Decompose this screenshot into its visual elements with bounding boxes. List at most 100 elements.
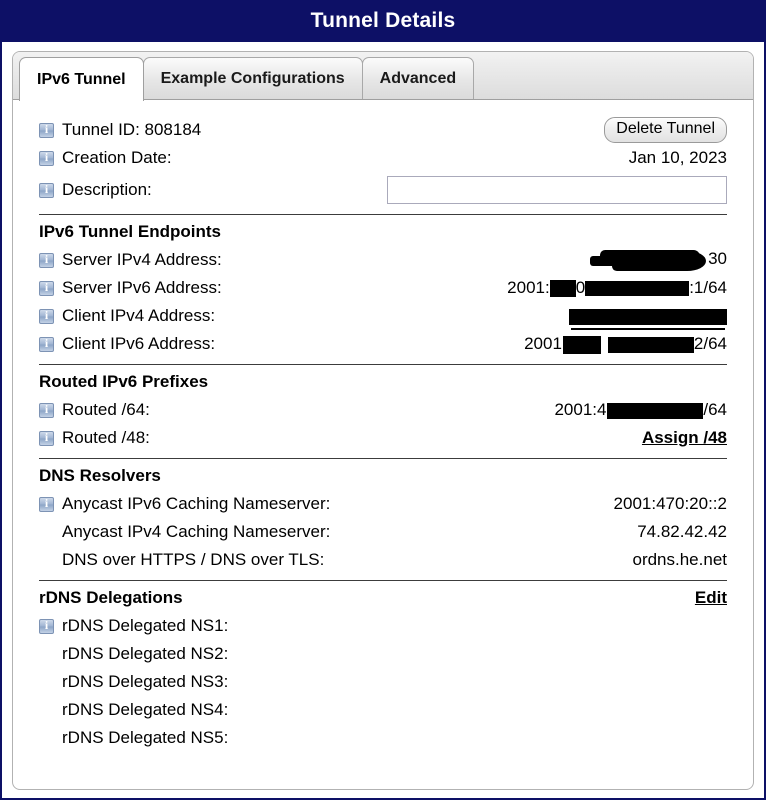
- divider: [39, 214, 727, 215]
- page-title: Tunnel Details: [310, 9, 456, 32]
- rdns-ns2-label: rDNS Delegated NS2:: [62, 644, 229, 663]
- row-server-ipv4: Server IPv4 Address: 30: [39, 246, 727, 274]
- rdns-heading-label: rDNS Delegations: [39, 588, 183, 607]
- creation-date-value: Jan 10, 2023: [628, 148, 727, 167]
- delete-tunnel-cell: Delete Tunnel: [604, 117, 727, 143]
- anycast-ipv6-ns-label: Anycast IPv6 Caching Nameserver:: [62, 494, 331, 513]
- section-heading-dns: DNS Resolvers: [39, 466, 161, 485]
- divider: [39, 580, 727, 581]
- tab-ipv6-tunnel[interactable]: IPv6 Tunnel: [19, 57, 144, 101]
- description-label: Description:: [62, 180, 152, 199]
- section-heading-rdns: rDNS Delegations Edit: [39, 585, 727, 612]
- row-rdns-ns1: rDNS Delegated NS1:: [39, 612, 727, 640]
- row-rdns-ns5: rDNS Delegated NS5:: [39, 724, 727, 752]
- server-ipv4-value: 30: [590, 249, 727, 271]
- anycast-ipv4-ns-value: 74.82.42.42: [637, 522, 727, 541]
- tunnel-details-window: Tunnel Details IPv6 Tunnel Example Confi…: [0, 0, 766, 800]
- row-rdns-ns4: rDNS Delegated NS4:: [39, 696, 727, 724]
- redaction-mark: [590, 249, 708, 271]
- routed-48-value: Assign /48: [642, 428, 727, 448]
- info-icon[interactable]: [39, 496, 54, 512]
- routed-64-visible-suffix: /64: [703, 400, 727, 419]
- anycast-ipv6-ns-value: 2001:470:20::2: [613, 494, 727, 513]
- delete-tunnel-button[interactable]: Delete Tunnel: [604, 117, 727, 143]
- row-routed-64: Routed /64: 2001:470/64: [39, 396, 727, 424]
- rdns-ns4-label: rDNS Delegated NS4:: [62, 700, 229, 719]
- row-description: Description:: [39, 172, 727, 208]
- description-cell: [387, 176, 727, 204]
- info-icon-placeholder: [39, 647, 54, 662]
- info-icon[interactable]: [39, 430, 54, 446]
- info-icon-placeholder: [39, 731, 54, 746]
- tab-advanced-label: Advanced: [379, 70, 457, 87]
- routed-48-label: Routed /48:: [62, 428, 150, 447]
- row-client-ipv4: Client IPv4 Address:: [39, 302, 727, 330]
- server-ipv4-label: Server IPv4 Address:: [62, 250, 222, 269]
- info-icon[interactable]: [39, 280, 54, 296]
- info-icon[interactable]: [39, 122, 54, 138]
- row-rdns-ns2: rDNS Delegated NS2:: [39, 640, 727, 668]
- redaction-mark: [607, 336, 694, 353]
- info-icon[interactable]: [39, 618, 54, 634]
- info-icon[interactable]: [39, 336, 54, 352]
- row-doh-dot: DNS over HTTPS / DNS over TLS: ordns.he.…: [39, 546, 727, 574]
- info-icon-placeholder: [39, 703, 54, 718]
- info-icon[interactable]: [39, 308, 54, 324]
- doh-dot-value: ordns.he.net: [632, 550, 727, 569]
- redaction-mark: [569, 308, 727, 330]
- divider: [39, 458, 727, 459]
- client-ipv4-label: Client IPv4 Address:: [62, 306, 216, 325]
- divider: [39, 364, 727, 365]
- redaction-mark: [549, 280, 576, 298]
- row-anycast-ipv4-ns: Anycast IPv4 Caching Nameserver: 74.82.4…: [39, 518, 727, 546]
- tab-container: IPv6 Tunnel Example Configurations Advan…: [12, 51, 754, 790]
- tab-ipv6-tunnel-label: IPv6 Tunnel: [37, 70, 126, 88]
- client-ipv6-label: Client IPv6 Address:: [62, 334, 216, 353]
- doh-dot-label: DNS over HTTPS / DNS over TLS:: [62, 550, 325, 569]
- tab-strip: IPv6 Tunnel Example Configurations Advan…: [13, 52, 753, 101]
- tab-advanced[interactable]: Advanced: [361, 57, 475, 100]
- description-input[interactable]: [387, 176, 727, 204]
- client-ipv6-visible-prefix: 2001: [524, 334, 562, 353]
- section-heading-endpoints: IPv6 Tunnel Endpoints: [39, 222, 221, 241]
- client-ipv6-visible-suffix: 2/64: [693, 334, 727, 353]
- row-server-ipv6: Server IPv6 Address: 2001:0:1/64: [39, 274, 727, 302]
- row-tunnel-id: Tunnel ID: 808184 Delete Tunnel: [39, 116, 727, 144]
- assign-48-link[interactable]: Assign /48: [642, 428, 727, 447]
- anycast-ipv4-ns-label: Anycast IPv4 Caching Nameserver:: [62, 522, 331, 541]
- window-title-bar: Tunnel Details: [0, 0, 766, 42]
- server-ipv6-label: Server IPv6 Address:: [62, 278, 222, 297]
- tunnel-id-label: Tunnel ID: 808184: [62, 120, 202, 139]
- tab-panel-ipv6-tunnel: Tunnel ID: 808184 Delete Tunnel Creation…: [13, 100, 753, 752]
- routed-64-label: Routed /64:: [62, 400, 150, 419]
- row-rdns-ns3: rDNS Delegated NS3:: [39, 668, 727, 696]
- client-ipv6-value: 2001 2/64: [524, 334, 727, 354]
- row-client-ipv6: Client IPv6 Address: 2001 2/64: [39, 330, 727, 358]
- tab-example-configurations-label: Example Configurations: [160, 70, 345, 87]
- info-icon-placeholder: [39, 553, 54, 568]
- server-ipv4-visible-suffix: 30: [708, 249, 727, 269]
- rdns-ns5-label: rDNS Delegated NS5:: [62, 728, 229, 747]
- info-icon[interactable]: [39, 252, 54, 268]
- redaction-mark: [585, 281, 690, 297]
- info-icon[interactable]: [39, 182, 54, 198]
- redaction-mark: [562, 335, 601, 354]
- info-icon-placeholder: [39, 675, 54, 690]
- info-icon-placeholder: [39, 525, 54, 540]
- section-heading-routed: Routed IPv6 Prefixes: [39, 372, 209, 391]
- rdns-ns3-label: rDNS Delegated NS3:: [62, 672, 229, 691]
- rdns-edit-link[interactable]: Edit: [695, 588, 727, 608]
- server-ipv6-value: 2001: 0:1/64: [507, 278, 727, 298]
- creation-date-label: Creation Date:: [62, 148, 172, 167]
- row-routed-48: Routed /48: Assign /48: [39, 424, 727, 452]
- client-ipv4-value: [569, 306, 727, 330]
- redaction-mark: [607, 402, 704, 419]
- row-creation-date: Creation Date: Jan 10, 2023: [39, 144, 727, 172]
- tab-example-configurations[interactable]: Example Configurations: [142, 57, 363, 100]
- routed-64-value: 2001:470/64: [554, 400, 727, 420]
- server-ipv6-visible-suffix: :1/64: [689, 278, 727, 297]
- server-ipv6-visible-prefix: 2001:: [507, 278, 550, 297]
- info-icon[interactable]: [39, 402, 54, 418]
- info-icon[interactable]: [39, 150, 54, 166]
- row-anycast-ipv6-ns: Anycast IPv6 Caching Nameserver: 2001:47…: [39, 490, 727, 518]
